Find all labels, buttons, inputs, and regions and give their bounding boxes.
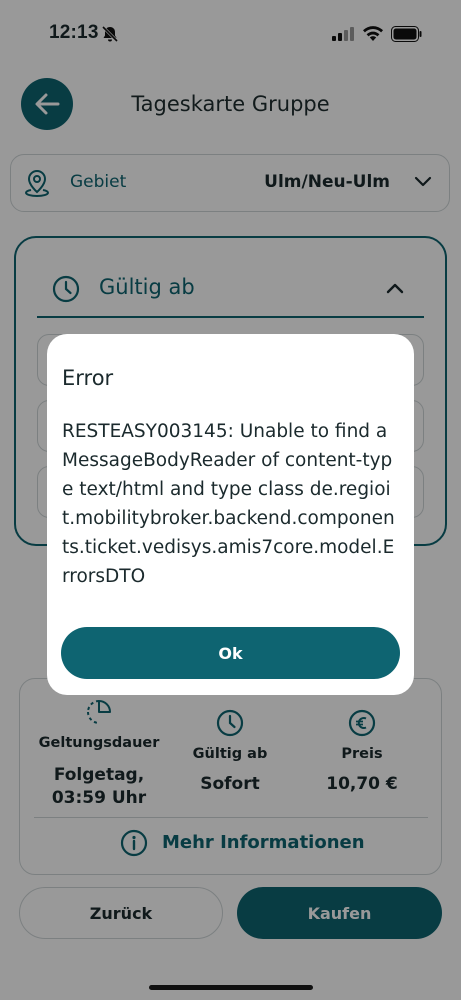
- ok-button[interactable]: Ok: [61, 627, 400, 679]
- dialog-title: Error: [62, 366, 114, 390]
- dialog-message: RESTEASY003145: Unable to find a Message…: [62, 421, 395, 587]
